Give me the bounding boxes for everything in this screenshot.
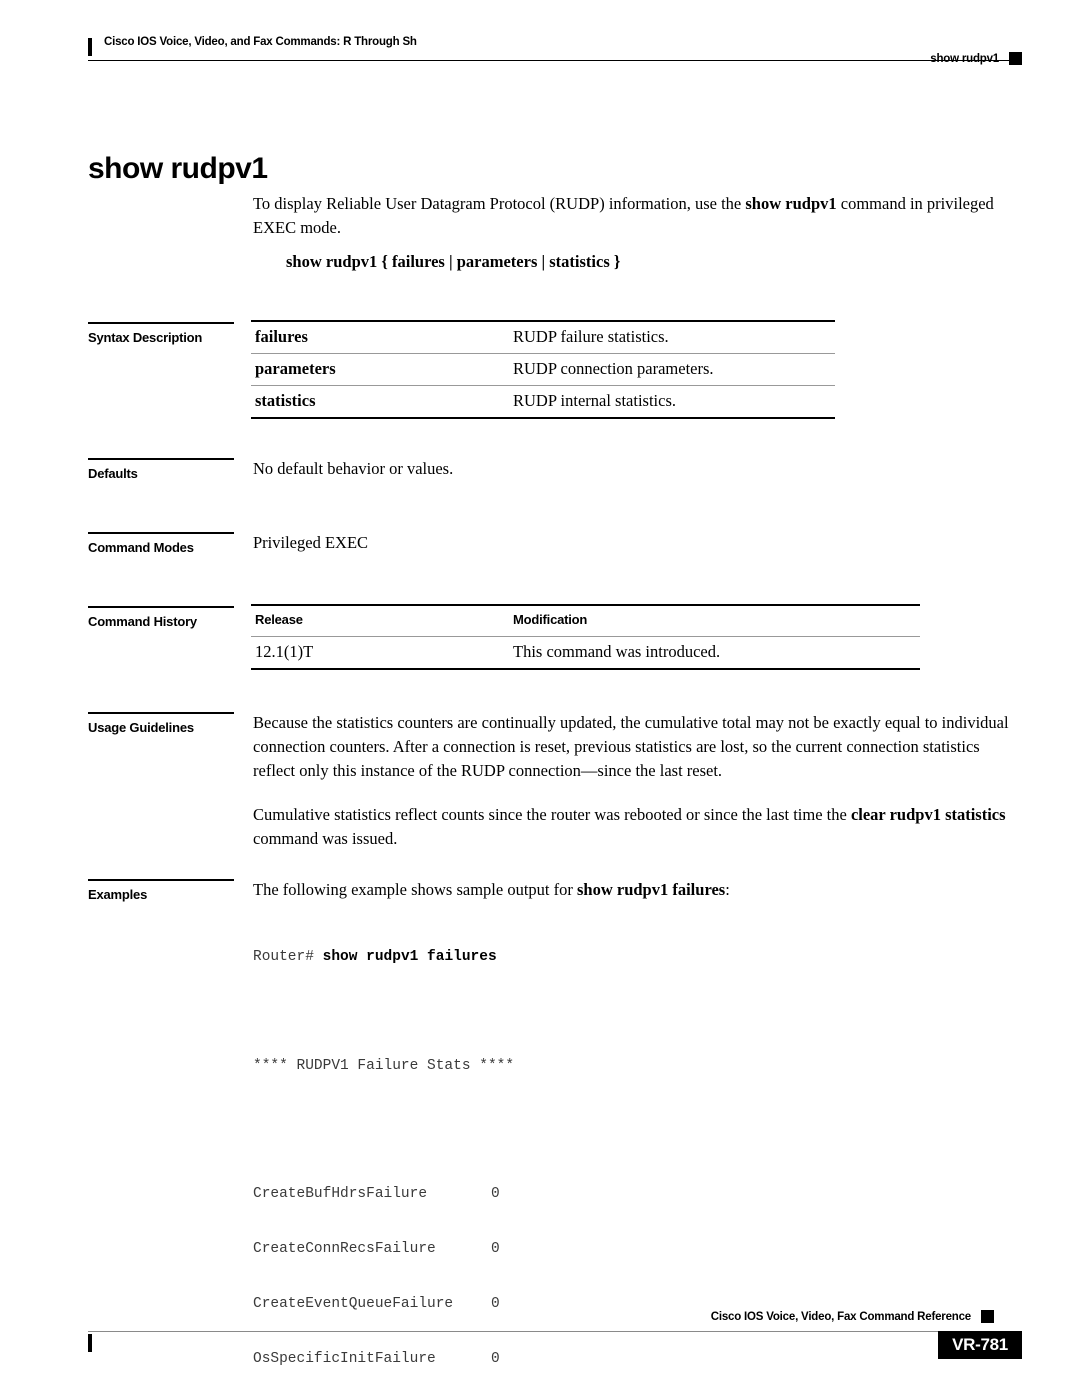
intro-block: To display Reliable User Datagram Protoc…: [253, 192, 1023, 254]
usage-paragraph-2: Cumulative statistics reflect counts sin…: [253, 803, 1023, 851]
command-history-table: Release Modification 12.1(1)T This comma…: [251, 604, 920, 671]
code-command: show rudpv1 failures: [322, 948, 497, 965]
syntax-desc: RUDP failure statistics.: [509, 320, 835, 354]
command-modes-text: Privileged EXEC: [253, 533, 369, 552]
section-label-defaults: Defaults: [88, 458, 238, 481]
usage-p2-lead: Cumulative statistics reflect counts sin…: [253, 805, 851, 824]
section-label-command-modes: Command Modes: [88, 532, 238, 555]
stat-value: 0: [491, 1241, 500, 1258]
sample-output-block: Router# show rudpv1 failures **** RUDPV1…: [253, 911, 514, 1397]
document-page: Cisco IOS Voice, Video, and Fax Commands…: [0, 0, 1080, 1397]
modification-value: This command was introduced.: [509, 636, 920, 669]
code-prompt: Router#: [253, 948, 323, 965]
examples-lead: The following example shows sample outpu…: [253, 880, 577, 899]
header-rule: [88, 60, 1022, 61]
table-bottom-rule: [251, 417, 835, 420]
syntax-term: parameters: [251, 353, 509, 386]
running-header: Cisco IOS Voice, Video, and Fax Commands…: [88, 36, 1022, 60]
code-prompt-line: Router# show rudpv1 failures: [253, 948, 514, 966]
section-rule: [88, 712, 234, 714]
header-chapter-title: Cisco IOS Voice, Video, and Fax Commands…: [104, 36, 417, 48]
stat-name: CreateEventQueueFailure: [253, 1296, 454, 1313]
intro-command: show rudpv1: [745, 194, 837, 213]
footer-title-block: Cisco IOS Voice, Video, Fax Command Refe…: [711, 1310, 994, 1323]
release-value: 12.1(1)T: [251, 636, 509, 669]
section-rule: [88, 458, 234, 460]
usage-guidelines-block: Because the statistics counters are cont…: [253, 711, 1023, 865]
intro-lead: To display Reliable User Datagram Protoc…: [253, 194, 746, 213]
column-header-release: Release: [251, 604, 509, 637]
defaults-block: No default behavior or values.: [253, 457, 1023, 495]
code-stat-line: CreateBufHdrsFailure 0: [253, 1185, 514, 1203]
syntax-term: statistics: [251, 385, 509, 418]
usage-p2-tail: command was issued.: [253, 829, 398, 848]
header-command-name: show rudpv1: [930, 52, 999, 65]
section-label-text: Usage Guidelines: [88, 720, 194, 735]
examples-lead-paragraph: The following example shows sample outpu…: [253, 878, 1023, 902]
table-row: parameters RUDP connection parameters.: [251, 353, 835, 386]
section-rule: [88, 532, 234, 534]
section-rule: [88, 322, 234, 324]
intro-paragraph: To display Reliable User Datagram Protoc…: [253, 192, 1023, 240]
page-number-badge: VR-781: [938, 1331, 1022, 1359]
running-header-right: show rudpv1: [930, 52, 1022, 65]
stat-value: 0: [491, 1186, 500, 1203]
section-label-text: Command History: [88, 614, 197, 629]
section-label-text: Examples: [88, 887, 148, 902]
stat-value: 0: [491, 1351, 500, 1368]
table-row: failures RUDP failure statistics.: [251, 320, 835, 354]
section-label-examples: Examples: [88, 879, 238, 902]
stat-name: OsSpecificInitFailure: [253, 1351, 436, 1368]
usage-p2-command: clear rudpv1 statistics: [850, 805, 1006, 824]
table-row: 12.1(1)T This command was introduced.: [251, 636, 920, 669]
stat-value: 0: [491, 1296, 500, 1313]
section-rule: [88, 606, 234, 608]
examples-command: show rudpv1 failures: [576, 880, 726, 899]
footer-left-bar-icon: [88, 1334, 92, 1352]
command-modes-block: Privileged EXEC: [253, 531, 1023, 569]
footer-square-icon: [981, 1310, 994, 1323]
footer-title: Cisco IOS Voice, Video, Fax Command Refe…: [710, 1310, 971, 1323]
code-banner: **** RUDPV1 Failure Stats ****: [253, 1058, 515, 1075]
examples-tail: :: [725, 880, 730, 899]
code-stat-line: OsSpecificInitFailure 0: [253, 1350, 514, 1368]
stat-name: CreateConnRecsFailure: [253, 1241, 436, 1258]
column-header-modification: Modification: [509, 604, 920, 637]
code-stat-line: CreateEventQueueFailure 0: [253, 1295, 514, 1313]
defaults-text: No default behavior or values.: [253, 459, 454, 478]
syntax-description-table: failures RUDP failure statistics. parame…: [251, 320, 835, 420]
table-bottom-rule: [251, 668, 920, 671]
command-syntax: show rudpv1 { failures | parameters | st…: [286, 252, 621, 271]
syntax-term: failures: [251, 320, 509, 354]
section-label-usage-guidelines: Usage Guidelines: [88, 712, 238, 735]
table-header-row: Release Modification: [251, 604, 920, 637]
section-label-syntax-description: Syntax Description: [88, 322, 238, 345]
section-label-text: Command Modes: [88, 540, 194, 555]
header-left-bar-icon: [88, 38, 92, 56]
page-title: show rudpv1: [88, 152, 268, 186]
syntax-desc: RUDP internal statistics.: [509, 385, 835, 418]
stat-name: CreateBufHdrsFailure: [253, 1186, 428, 1203]
usage-paragraph-1: Because the statistics counters are cont…: [253, 713, 1009, 780]
syntax-desc: RUDP connection parameters.: [509, 353, 835, 386]
section-label-command-history: Command History: [88, 606, 238, 629]
footer-rule: [88, 1331, 938, 1332]
code-stat-line: CreateConnRecsFailure 0: [253, 1240, 514, 1258]
section-rule: [88, 879, 234, 881]
section-label-text: Defaults: [88, 466, 138, 481]
table-row: statistics RUDP internal statistics.: [251, 385, 835, 418]
header-square-icon: [1009, 52, 1022, 65]
section-label-text: Syntax Description: [88, 330, 203, 345]
